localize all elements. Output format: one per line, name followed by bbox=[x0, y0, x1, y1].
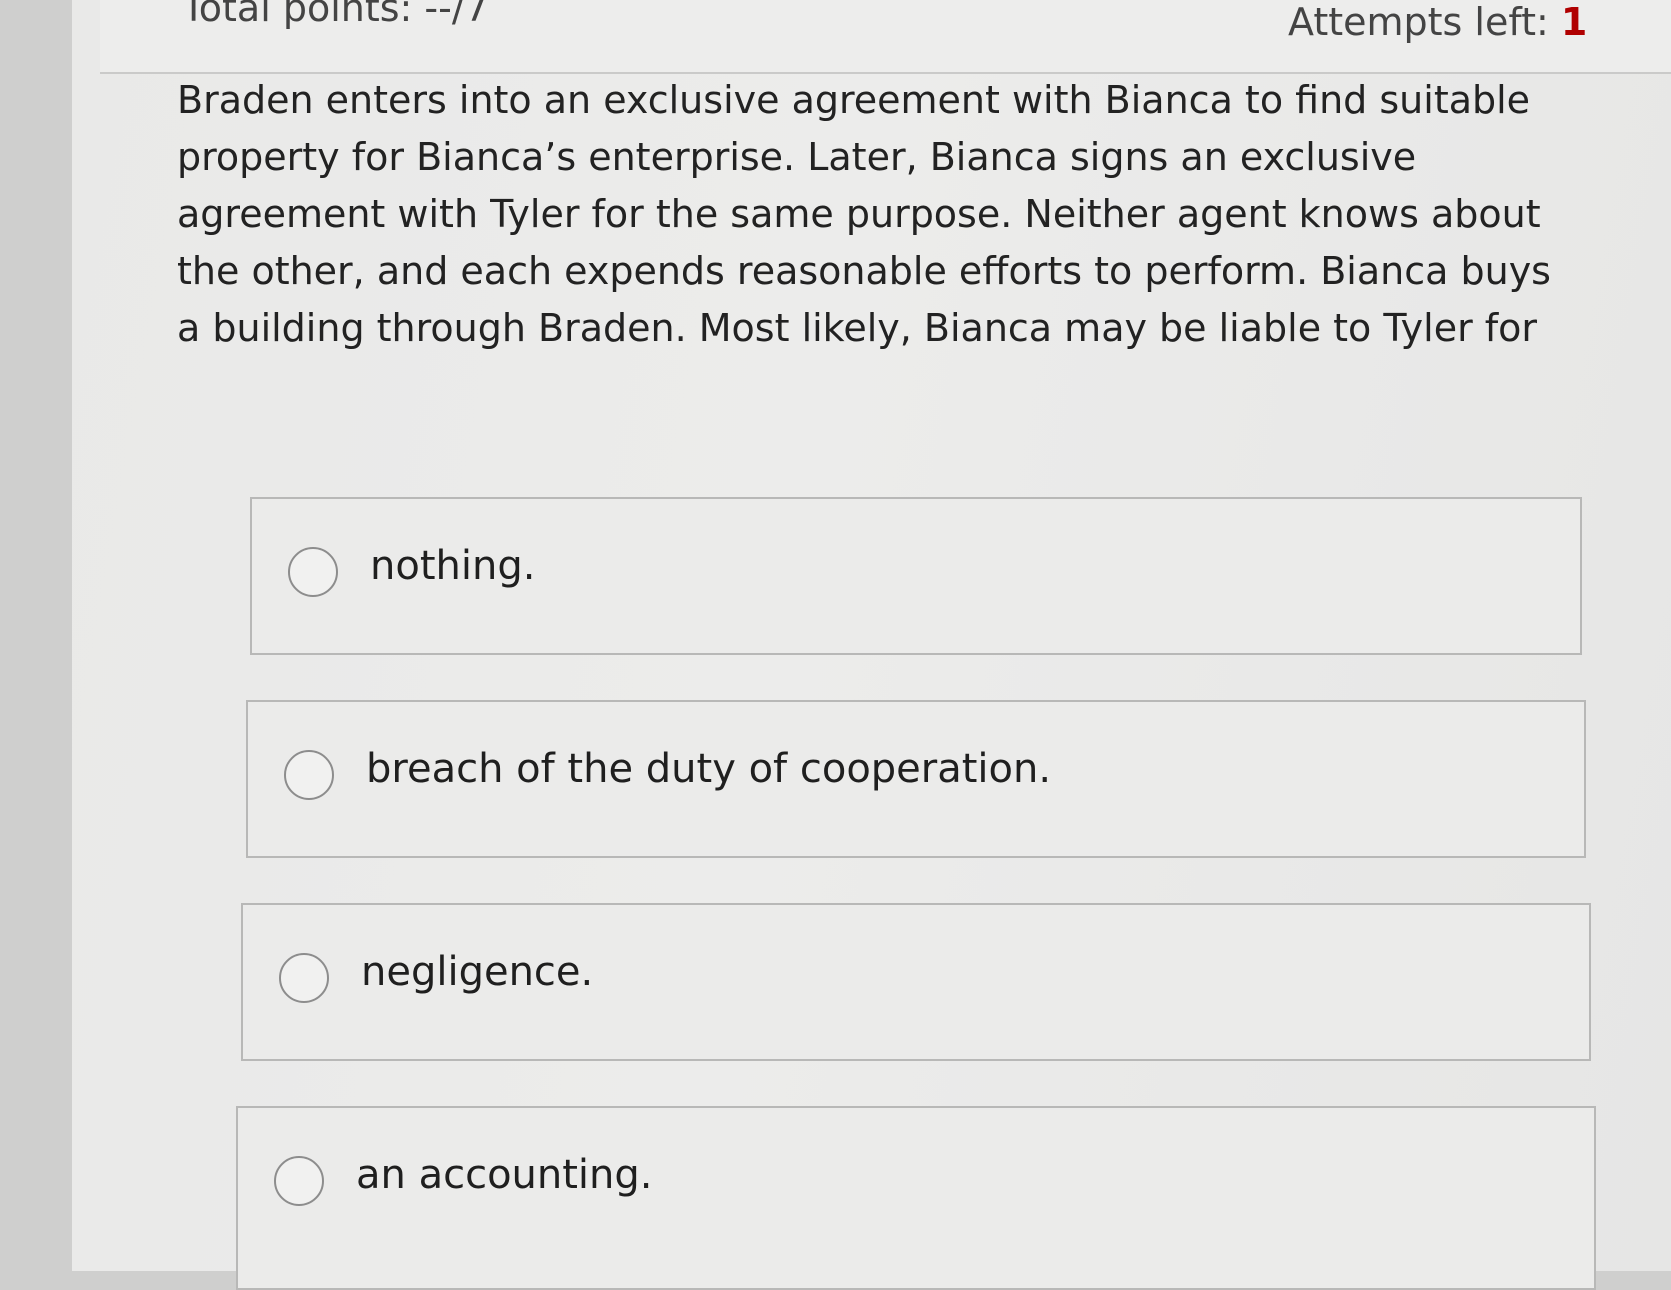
answer-option-accounting[interactable]: an accounting. bbox=[236, 1106, 1596, 1290]
answer-option-label: an accounting. bbox=[356, 1152, 653, 1198]
answer-option-label: breach of the duty of cooperation. bbox=[366, 746, 1052, 792]
radio-unchecked-icon[interactable] bbox=[279, 953, 329, 1003]
question-text: Braden enters into an exclusive agreemen… bbox=[177, 78, 1551, 350]
attempts-left-count: 1 bbox=[1560, 0, 1588, 44]
radio-unchecked-icon[interactable] bbox=[274, 1156, 324, 1206]
answer-option-label: nothing. bbox=[370, 543, 536, 589]
total-points: Total points: --/7 bbox=[182, 0, 489, 30]
answer-option-nothing[interactable]: nothing. bbox=[250, 497, 1582, 655]
attempts-left-label: Attempts left: bbox=[1288, 0, 1549, 44]
answer-option-label: negligence. bbox=[361, 949, 594, 995]
answer-option-negligence[interactable]: negligence. bbox=[241, 903, 1591, 1061]
radio-unchecked-icon[interactable] bbox=[288, 547, 338, 597]
answer-option-breach-of-duty[interactable]: breach of the duty of cooperation. bbox=[246, 700, 1586, 858]
radio-unchecked-icon[interactable] bbox=[284, 750, 334, 800]
attempts-left: Attempts left: 1 bbox=[1288, 0, 1587, 44]
